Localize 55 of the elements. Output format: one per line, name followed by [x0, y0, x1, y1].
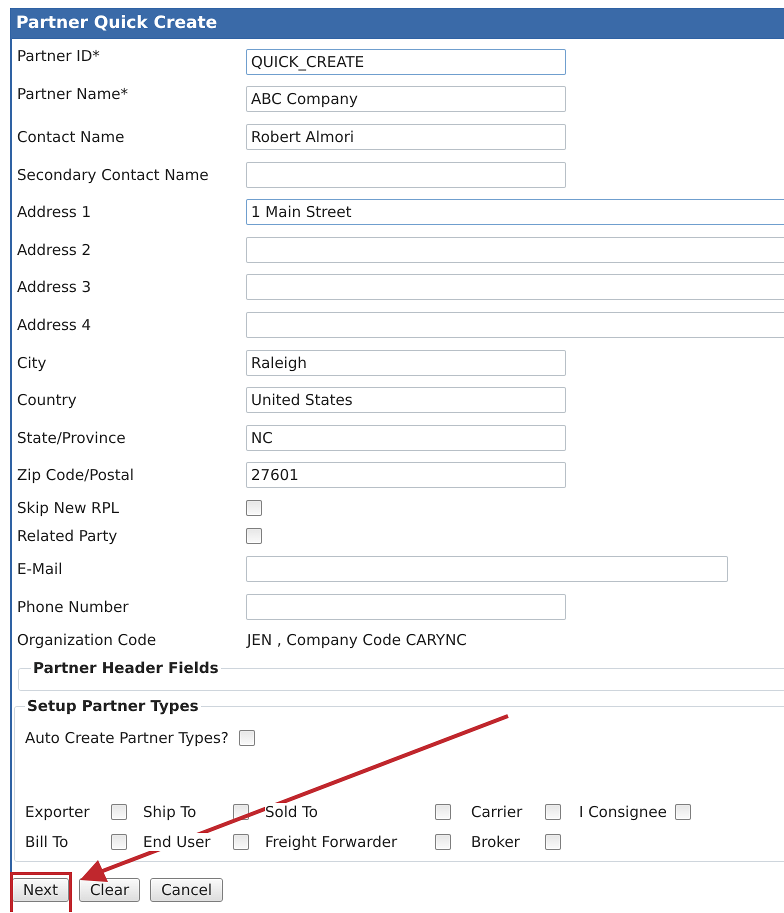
- input-field[interactable]: QUICK_CREATE: [246, 48, 566, 75]
- field-label: Phone Number: [17, 598, 130, 616]
- field-label: Skip New RPL: [17, 499, 120, 518]
- input-field[interactable]: Raleigh: [246, 350, 566, 376]
- form-button[interactable]: Next: [12, 878, 69, 902]
- field-label: Partner ID*: [17, 46, 101, 65]
- field-label: Address 3: [17, 278, 92, 296]
- option-label: Auto Create Partner Types?: [25, 729, 229, 748]
- field-label: Address 4: [17, 316, 92, 334]
- window-title: Partner Quick Create: [12, 8, 784, 39]
- field-label: Partner Name*: [17, 84, 130, 103]
- field-label: Zip Code/Postal: [17, 466, 135, 484]
- group-title: Setup Partner Types: [26, 697, 200, 716]
- input-field[interactable]: Robert Almori: [246, 124, 566, 150]
- input-field[interactable]: ABC Company: [246, 86, 566, 112]
- option-label: Freight Forwarder: [265, 833, 398, 852]
- field-label: Address 2: [17, 240, 92, 259]
- field-label: Country: [17, 391, 78, 410]
- input-field[interactable]: [246, 236, 784, 263]
- field-label: Secondary Contact Name: [17, 166, 210, 184]
- field-label: State/Province: [17, 428, 127, 447]
- field-label: City: [17, 354, 48, 372]
- checkbox[interactable]: [545, 834, 561, 850]
- input-field[interactable]: [246, 312, 784, 338]
- checkbox[interactable]: [233, 834, 249, 850]
- field-label: Contact Name: [17, 128, 126, 146]
- checkbox[interactable]: [111, 804, 127, 820]
- option-label: Exporter: [25, 803, 90, 822]
- checkbox[interactable]: [435, 834, 451, 850]
- input-field[interactable]: NC: [246, 424, 566, 451]
- field-label: E-Mail: [17, 560, 64, 578]
- input-field[interactable]: [246, 556, 728, 582]
- checkbox[interactable]: [435, 804, 451, 820]
- input-field[interactable]: [246, 274, 784, 300]
- input-field[interactable]: [246, 162, 566, 188]
- checkbox[interactable]: [545, 804, 561, 820]
- checkbox[interactable]: [246, 500, 262, 516]
- input-field[interactable]: [246, 594, 566, 620]
- field-label: Organization Code: [17, 631, 158, 650]
- option-label: Ship To: [143, 803, 196, 822]
- form-button[interactable]: Clear: [78, 878, 140, 902]
- field-value: JEN , Company Code CARYNC: [246, 631, 467, 650]
- checkbox[interactable]: [238, 730, 255, 746]
- highlight-frame: [10, 872, 72, 912]
- checkbox[interactable]: [674, 804, 691, 820]
- input-field[interactable]: United States: [246, 387, 566, 414]
- input-field[interactable]: 1 Main Street: [246, 199, 784, 226]
- field-label: Address 1: [17, 203, 92, 222]
- group-title: Partner Header Fields: [32, 659, 220, 678]
- form-button[interactable]: Cancel: [150, 878, 224, 902]
- field-label: Related Party: [17, 527, 118, 546]
- input-field[interactable]: 27601: [246, 462, 566, 488]
- checkbox[interactable]: [111, 834, 127, 850]
- checkbox[interactable]: [246, 528, 262, 544]
- option-label: End User: [143, 833, 210, 852]
